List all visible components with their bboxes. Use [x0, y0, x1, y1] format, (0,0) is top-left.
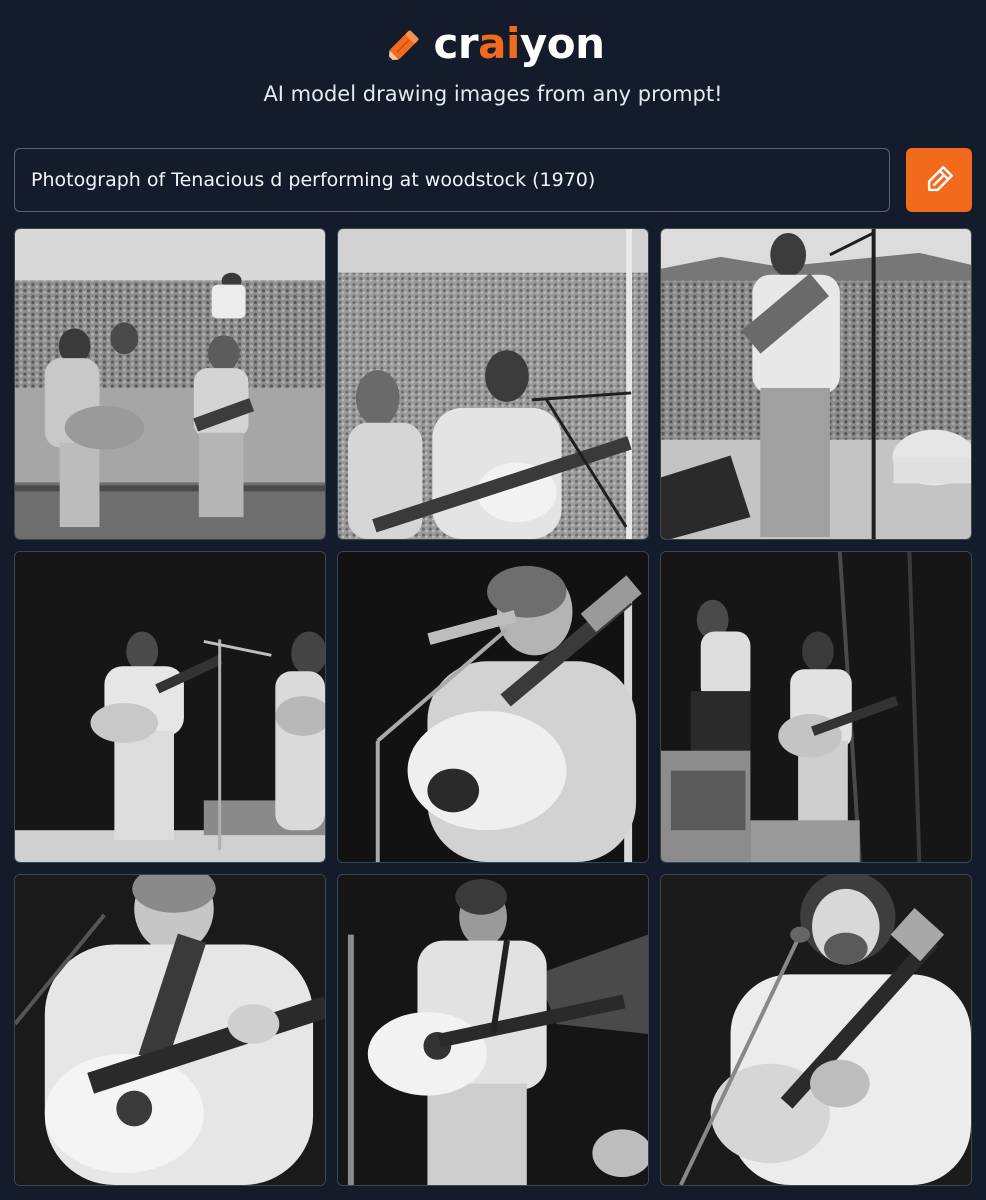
result-image-7-picture	[15, 875, 325, 1185]
pencil-logo-icon	[388, 30, 418, 61]
result-image-1[interactable]	[14, 228, 326, 540]
result-image-2[interactable]	[337, 228, 649, 540]
result-image-8[interactable]	[337, 874, 649, 1186]
result-image-2-picture	[338, 229, 648, 539]
result-image-3[interactable]	[660, 228, 972, 540]
result-image-1-picture	[15, 229, 325, 539]
draw-button[interactable]	[906, 148, 972, 212]
results-grid	[14, 228, 972, 1186]
result-image-6-picture	[661, 552, 971, 862]
result-image-6[interactable]	[660, 551, 972, 863]
result-image-4-picture	[15, 552, 325, 862]
result-image-7[interactable]	[14, 874, 326, 1186]
prompt-input[interactable]: Photograph of Tenacious d performing at …	[14, 148, 890, 212]
logo-prefix: cr	[433, 19, 479, 68]
app-logo[interactable]: craiyon	[434, 23, 605, 65]
app-header: craiyon	[0, 14, 986, 74]
result-image-9-picture	[661, 875, 971, 1185]
result-image-3-picture	[661, 229, 971, 539]
result-image-4[interactable]	[14, 551, 326, 863]
logo-suffix: yon	[519, 19, 605, 68]
result-image-9[interactable]	[660, 874, 972, 1186]
result-image-5[interactable]	[337, 551, 649, 863]
logo-ai: ai	[478, 19, 520, 68]
result-image-5-picture	[338, 552, 648, 862]
prompt-input-value: Photograph of Tenacious d performing at …	[31, 169, 596, 191]
tagline: AI model drawing images from any prompt!	[263, 82, 723, 106]
result-image-8-picture	[338, 875, 648, 1185]
pencil-icon	[927, 166, 953, 192]
